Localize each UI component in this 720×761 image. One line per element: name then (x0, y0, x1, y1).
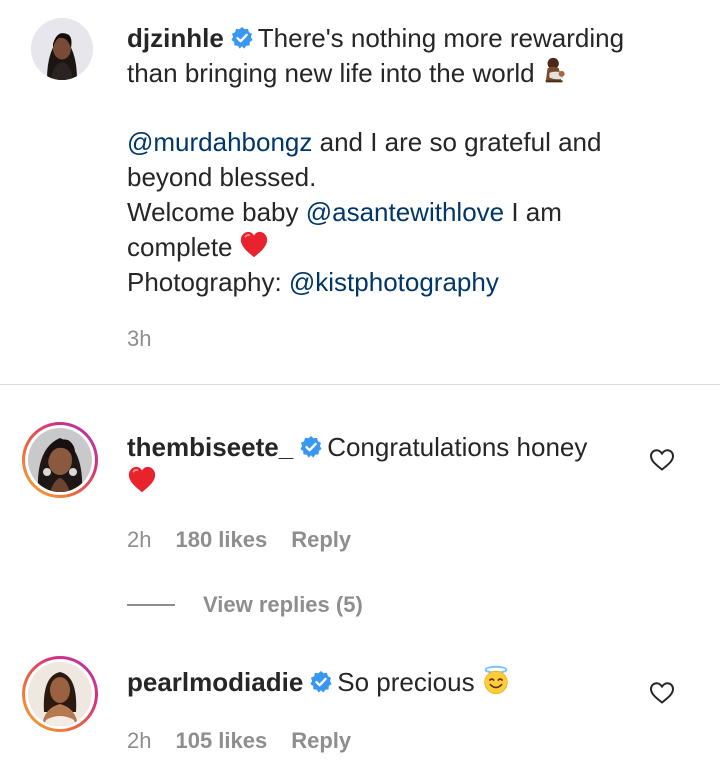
view-replies-button[interactable]: View replies (5) (127, 592, 363, 618)
caption-text: djzinhle There's nothing more rewarding t… (127, 21, 624, 299)
comment-likes[interactable]: 105 likes (175, 728, 267, 753)
comment-meta: 2h 180 likes Reply (127, 527, 375, 553)
verified-icon (299, 435, 323, 459)
comment-time: 2h (127, 728, 152, 753)
like-heart-icon[interactable] (649, 681, 675, 705)
breastfeeding-icon (541, 56, 571, 86)
replies-line (127, 604, 175, 606)
avatar-photo (31, 18, 93, 80)
comment-meta: 2h 105 likes Reply (127, 728, 375, 754)
comment-time: 2h (127, 527, 152, 552)
avatar-photo (28, 662, 92, 726)
post-username[interactable]: djzinhle (127, 23, 224, 53)
avatar[interactable] (22, 422, 98, 498)
mention-link[interactable]: @asantewithlove (306, 197, 504, 227)
comment-text: thembiseete_ Congratulations honey (127, 430, 587, 500)
mention-link[interactable]: @murdahbongz (127, 127, 312, 157)
avatar-photo (28, 428, 92, 492)
halo-face-icon (481, 665, 511, 695)
comment-text: pearlmodiadie So precious (127, 665, 511, 700)
comment-body: So precious (337, 667, 475, 697)
view-replies-label: View replies (5) (203, 592, 363, 617)
reply-button[interactable]: Reply (291, 527, 351, 552)
verified-icon (230, 26, 254, 50)
post-meta: 3h (127, 326, 175, 352)
comment-username[interactable]: pearlmodiadie (127, 667, 303, 697)
verified-icon (309, 670, 333, 694)
red-heart-icon (239, 230, 269, 260)
avatar[interactable] (31, 18, 93, 80)
avatar[interactable] (22, 656, 98, 732)
caption-line: than bringing new life into the world (127, 57, 535, 88)
like-heart-icon[interactable] (649, 448, 675, 472)
caption-line: There's nothing more rewarding (257, 23, 625, 53)
post-time: 3h (127, 326, 152, 351)
red-heart-icon (127, 465, 157, 495)
divider (0, 384, 720, 385)
caption-line: Photography: (127, 266, 289, 297)
post-caption: djzinhle There's nothing more rewarding t… (0, 0, 720, 384)
caption-line: beyond blessed. (127, 162, 317, 193)
comment-likes[interactable]: 180 likes (175, 527, 267, 552)
caption-line: I am (504, 196, 562, 227)
caption-line: and I are so grateful and (312, 127, 602, 158)
caption-line: Welcome baby (127, 196, 306, 227)
comment-body: Congratulations honey (327, 432, 588, 462)
mention-link[interactable]: @kistphotography (289, 267, 499, 297)
comment-username[interactable]: thembiseete_ (127, 432, 293, 462)
reply-button[interactable]: Reply (291, 728, 351, 753)
caption-line: complete (127, 231, 233, 262)
